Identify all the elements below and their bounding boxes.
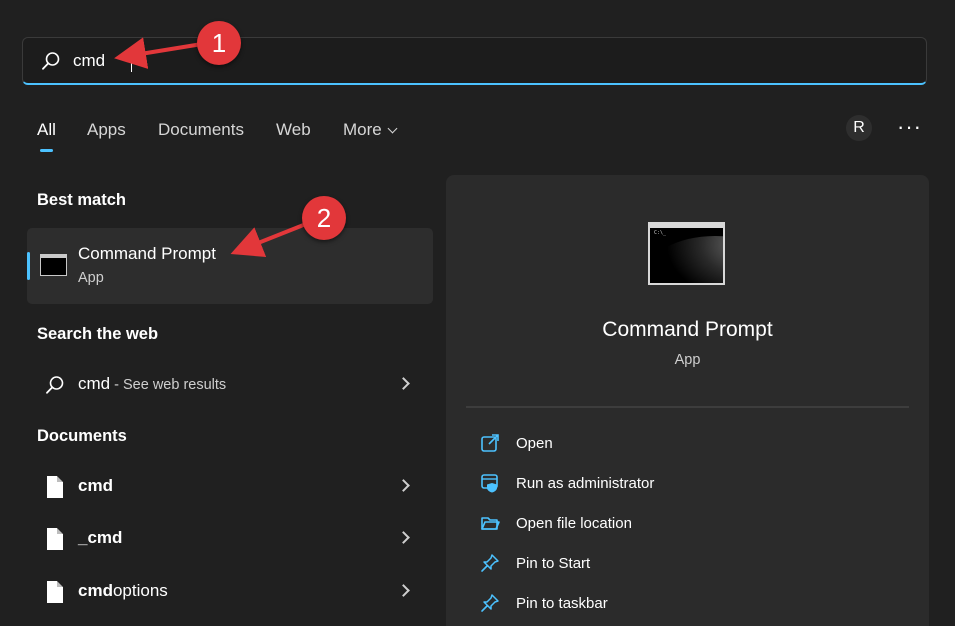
annotation-arrow [114,37,204,69]
annotation-marker-1: 1 [197,21,241,65]
annotation-marker-2: 2 [302,196,346,240]
annotation-arrows [114,37,308,258]
annotation-arrow [230,222,308,258]
